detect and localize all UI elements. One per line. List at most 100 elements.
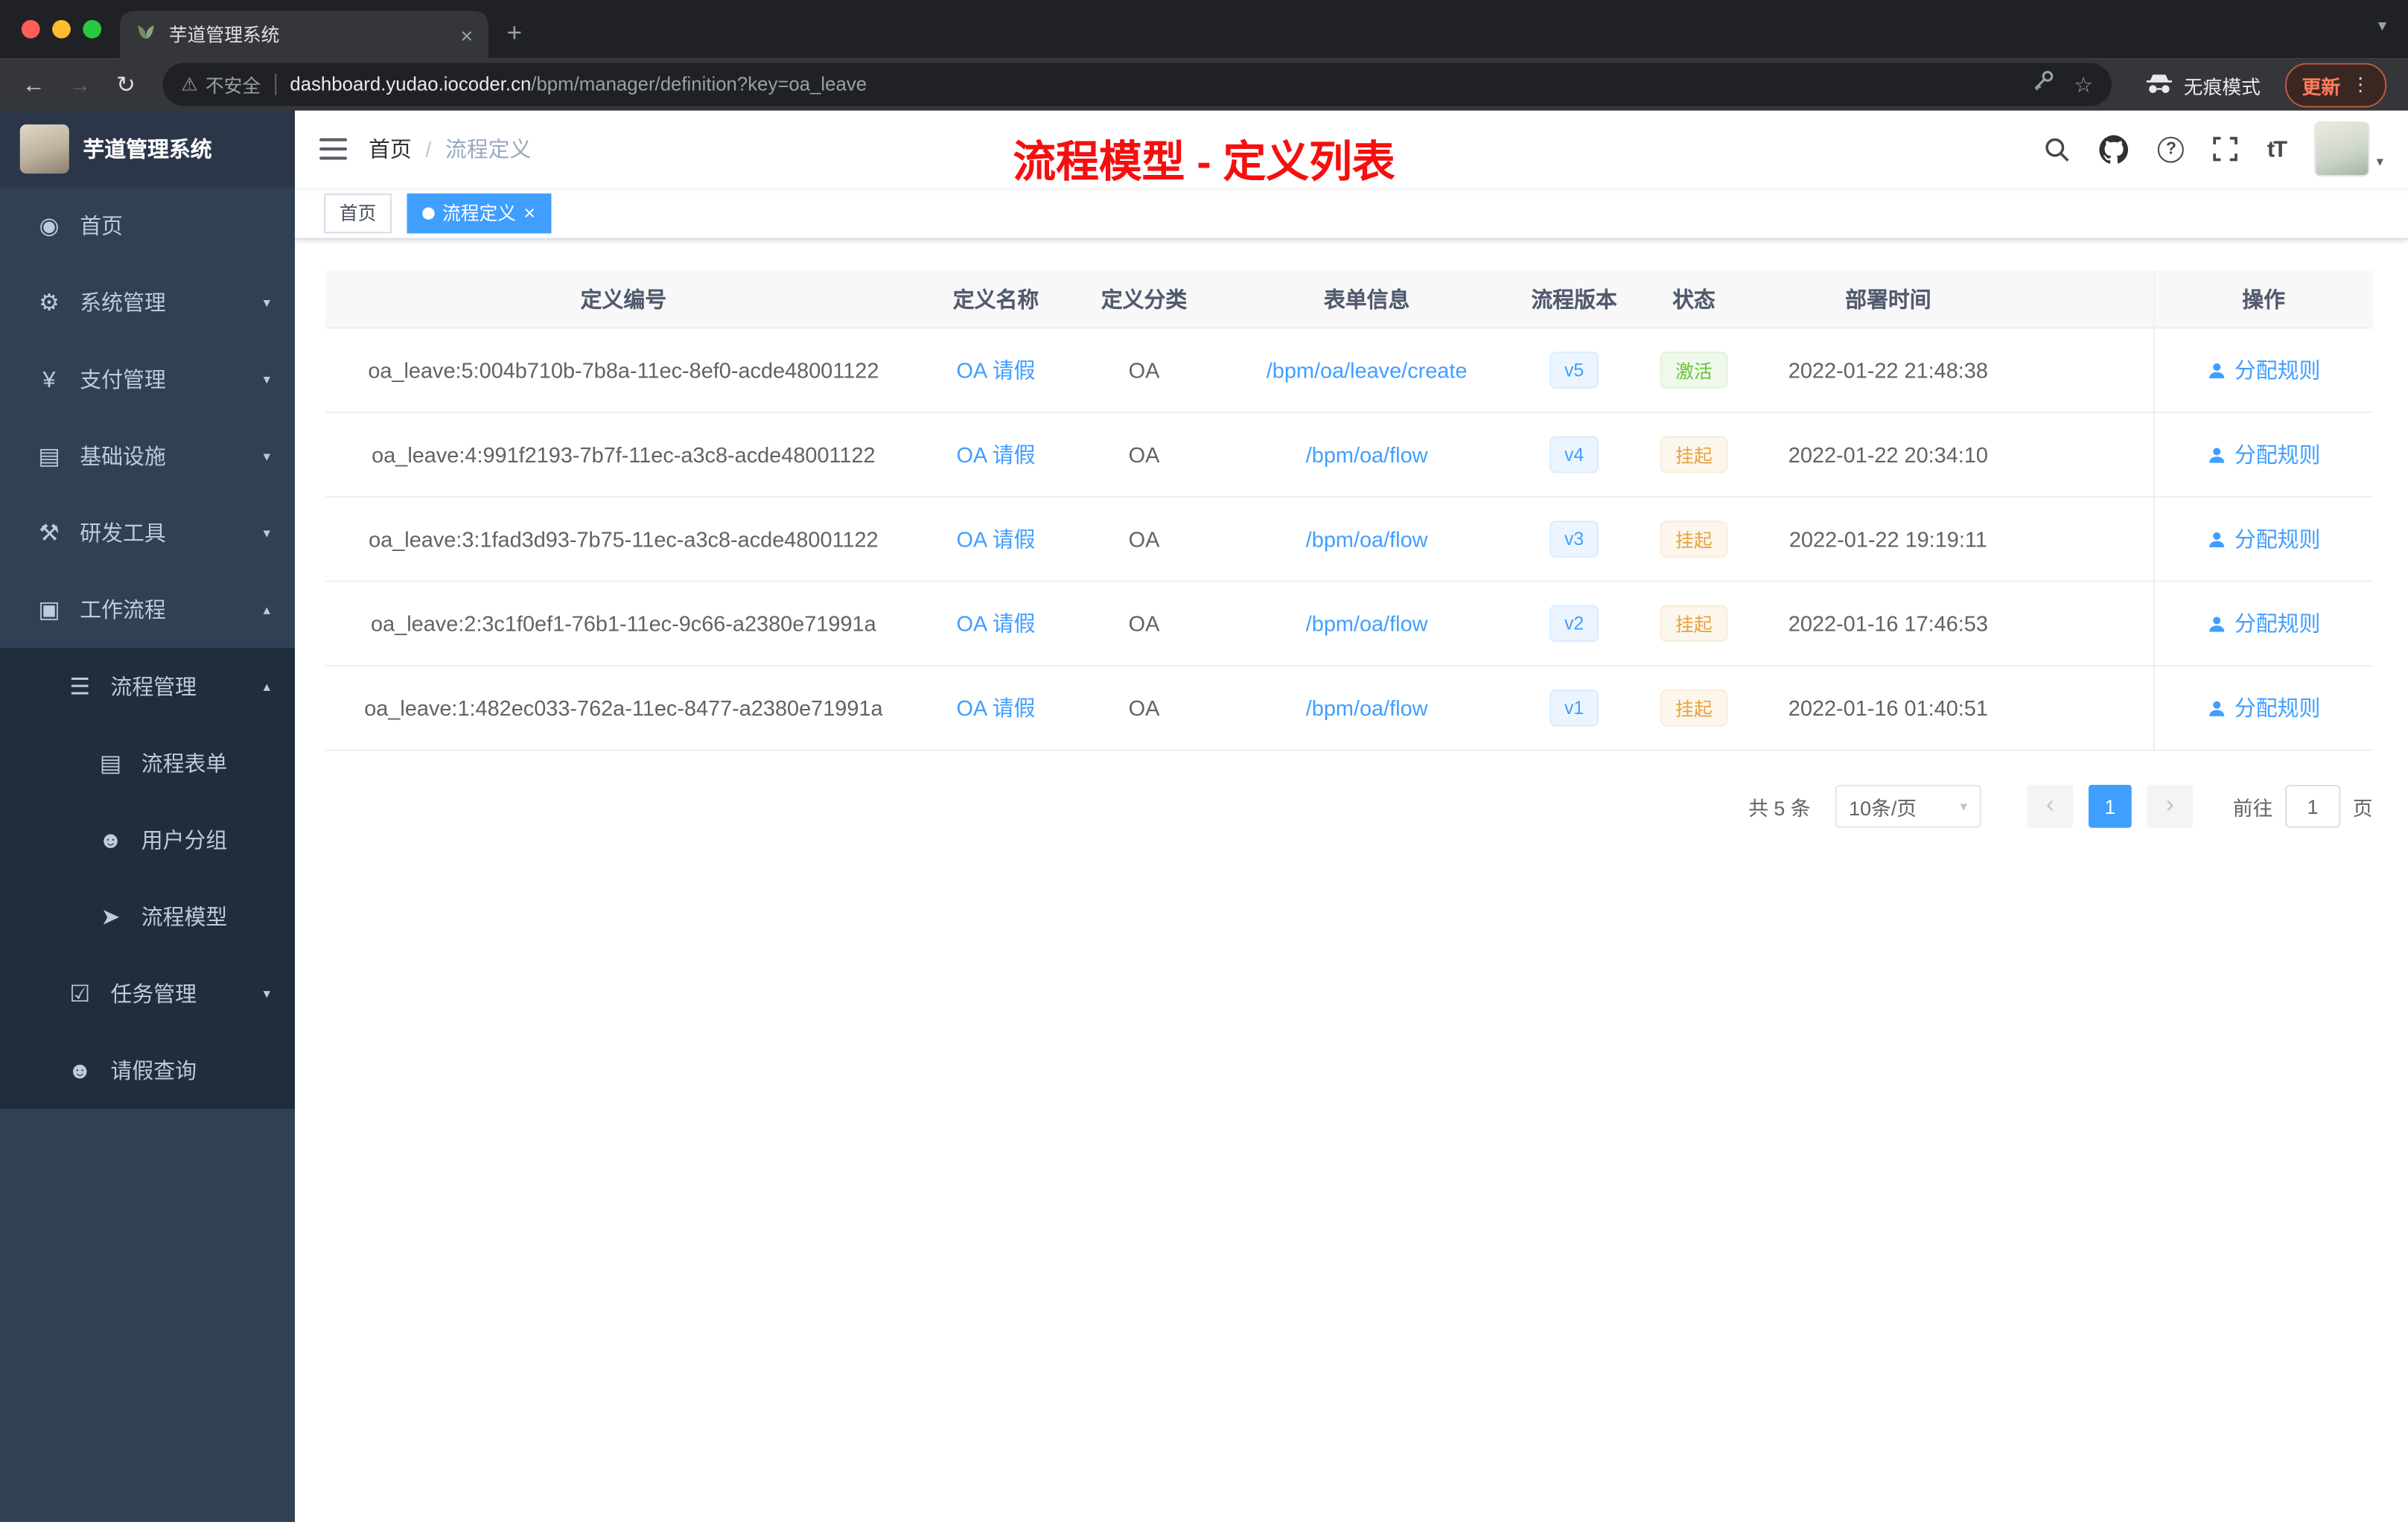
sidebar-item-task-management[interactable]: ☑ 任务管理 ▾ [0,955,295,1032]
user-avatar[interactable] [2315,121,2371,177]
pagination-total: 共 5 条 [1748,796,1811,820]
definition-id: oa_leave:5:004b710b-7b8a-11ec-8ef0-acde4… [368,357,879,383]
assign-rule-button[interactable]: 分配规则 [2207,608,2320,639]
github-icon[interactable] [2100,134,2129,163]
definition-table: 定义编号 定义名称 定义分类 表单信息 流程版本 状态 部署时间 操作 oa_l… [325,270,2373,751]
definition-category: OA [1128,611,1160,636]
sidebar-item-label: 流程管理 [110,674,197,699]
goto-page-input[interactable] [2284,784,2341,828]
sidebar-item-label: 流程模型 [141,904,228,929]
next-page-button[interactable]: › [2147,784,2194,828]
browser-update-button[interactable]: 更新 ⋮ [2284,62,2387,107]
address-bar[interactable]: ⚠ 不安全 dashboard.yudao.iocoder.cn/bpm/man… [162,63,2112,106]
tag-close-icon[interactable]: × [523,203,535,223]
reload-icon[interactable]: ↻ [107,71,144,98]
definition-name-link[interactable]: OA 请假 [957,439,1036,470]
new-tab-button[interactable]: + [507,19,522,49]
avatar-caret-icon[interactable]: ▾ [2377,153,2383,176]
assign-rule-button[interactable]: 分配规则 [2207,354,2320,385]
fullscreen-icon[interactable] [2213,136,2238,162]
sidebar-item-process-model[interactable]: ➤ 流程模型 [0,879,295,955]
assign-rule-button[interactable]: 分配规则 [2207,439,2320,470]
user-icon [2209,616,2225,631]
status-badge: 挂起 [1660,690,1728,727]
tag-process-definition[interactable]: 流程定义 × [407,192,551,233]
page-size-select[interactable]: 10条/页 ▾ [1835,784,1981,828]
status-badge: 挂起 [1660,520,1728,558]
sidebar-item-devtools[interactable]: ⚒ 研发工具 ▾ [0,494,295,571]
breadcrumb-home[interactable]: 首页 [369,133,412,164]
url-text[interactable]: dashboard.yudao.iocoder.cn/bpm/manager/d… [290,74,2032,95]
definition-id: oa_leave:4:991f2193-7b7f-11ec-a3c8-acde4… [372,442,876,467]
definition-name-link[interactable]: OA 请假 [957,354,1036,385]
window-close-button[interactable] [21,19,40,39]
chevron-down-icon: ▾ [263,371,270,386]
window-minimize-button[interactable] [52,19,71,39]
sidebar-item-workflow[interactable]: ▣ 工作流程 ▴ [0,571,295,648]
chevron-down-icon: ▾ [1960,797,1967,814]
sidebar-item-user-group[interactable]: ☻ 用户分组 [0,802,295,879]
col-definition-name: 定义名称 [952,286,1039,311]
user-icon [2209,531,2225,547]
col-deploy-time: 部署时间 [1845,286,1931,311]
form-link[interactable]: /bpm/oa/flow [1306,526,1428,551]
tab-search-chevron-icon[interactable]: ▾ [2378,16,2386,36]
sidebar-item-label: 系统管理 [80,290,166,315]
url-domain: dashboard.yudao.iocoder.cn [290,74,532,95]
form-link[interactable]: /bpm/oa/flow [1306,442,1428,467]
assign-rule-button[interactable]: 分配规则 [2207,692,2320,723]
sidebar-item-process-management[interactable]: ☰ 流程管理 ▴ [0,648,295,725]
form-link[interactable]: /bpm/oa/leave/create [1267,358,1468,383]
window-zoom-button[interactable] [83,19,102,39]
current-page-button[interactable]: 1 [2088,784,2132,828]
tools-icon: ⚒ [39,520,60,547]
back-icon[interactable]: ← [16,71,53,98]
search-icon[interactable] [2045,136,2071,162]
assign-rule-button[interactable]: 分配规则 [2207,523,2320,554]
password-key-icon[interactable] [2033,69,2056,100]
users-icon: ☻ [98,827,123,853]
tag-home[interactable]: 首页 [324,192,392,233]
forward-icon[interactable]: → [62,71,99,98]
form-link[interactable]: /bpm/oa/flow [1306,695,1428,720]
fontsize-icon[interactable]: tT [2267,136,2287,162]
sidebar-item-home[interactable]: ◉ 首页 [0,188,295,264]
deploy-time: 2022-01-22 20:34:10 [1788,442,1988,467]
update-label: 更新 [2302,76,2341,98]
table-row: oa_leave:3:1fad3d93-7b75-11ec-a3c8-acde4… [325,497,2373,582]
prev-page-button[interactable]: ‹ [2027,784,2074,828]
sidebar-item-label: 请假查询 [110,1058,197,1083]
browser-tab-strip: 芋道管理系统 × + ▾ [0,0,2408,59]
bookmark-star-icon[interactable]: ☆ [2074,71,2093,98]
help-icon[interactable]: ? [2158,136,2185,162]
security-label[interactable]: 不安全 [206,71,261,98]
sidebar-item-infrastructure[interactable]: ▤ 基础设施 ▾ [0,418,295,494]
sidebar-item-label: 研发工具 [80,520,166,546]
sidebar: 芋道管理系统 ◉ 首页 ⚙ 系统管理 ▾ ¥ 支付管理 ▾ ▤ 基础设施 ▾ ⚒… [0,110,295,1522]
sidebar-item-payment[interactable]: ¥ 支付管理 ▾ [0,341,295,418]
deploy-time: 2022-01-16 01:40:51 [1788,695,1988,721]
form-icon: ▤ [99,751,122,777]
sidebar-item-system[interactable]: ⚙ 系统管理 ▾ [0,264,295,341]
hamburger-icon[interactable] [319,138,348,160]
definition-name-link[interactable]: OA 请假 [957,692,1036,723]
chevron-up-icon: ▴ [263,678,270,694]
version-badge: v2 [1549,605,1599,643]
browser-menu-icon[interactable]: ⋮ [2351,74,2370,95]
definition-name-link[interactable]: OA 请假 [957,608,1036,639]
definition-category: OA [1128,442,1160,467]
sidebar-item-label: 任务管理 [110,981,197,1006]
sidebar-item-leave-query[interactable]: ☻ 请假查询 [0,1032,295,1109]
deploy-time: 2022-01-22 21:48:38 [1788,357,1988,383]
col-actions: 操作 [2153,270,2373,328]
briefcase-icon: ▣ [38,597,60,624]
browser-tab[interactable]: 芋道管理系统 × [119,10,488,59]
form-link[interactable]: /bpm/oa/flow [1306,611,1428,636]
definition-name-link[interactable]: OA 请假 [957,523,1036,554]
chevron-down-icon: ▾ [263,448,270,463]
gear-icon: ⚙ [39,290,60,316]
sidebar-item-label: 流程表单 [141,751,228,776]
sidebar-item-process-form[interactable]: ▤ 流程表单 [0,725,295,802]
tag-label: 首页 [339,203,377,225]
tab-close-icon[interactable]: × [460,24,473,45]
